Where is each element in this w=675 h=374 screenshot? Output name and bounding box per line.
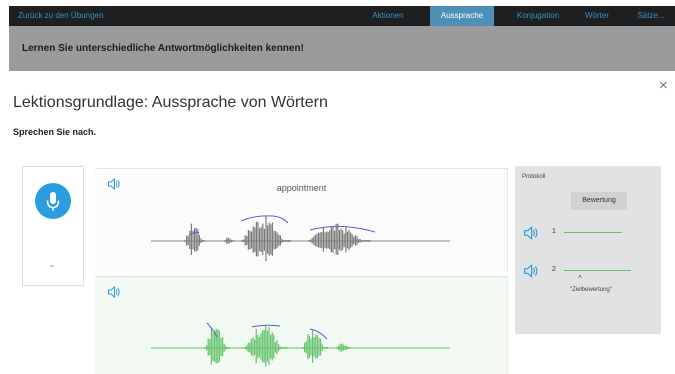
info-banner: Lernen Sie unterschiedliche Antwortmögli… (9, 26, 675, 71)
attempt-number: 1 (552, 228, 556, 235)
chevron-down-icon[interactable]: ⌄ (48, 260, 56, 269)
target-marker: ^ (578, 274, 582, 283)
reference-waveform (151, 215, 450, 262)
lesson-title: Lektionsgrundlage: Aussprache von Wörter… (13, 94, 328, 111)
recorder-panel: ⌄ (22, 166, 84, 286)
attempt-rating-bar (564, 270, 631, 271)
speaker-icon[interactable] (523, 263, 539, 279)
record-button[interactable] (35, 183, 71, 219)
microphone-icon (46, 192, 60, 211)
rating-header: Bewertung (571, 192, 627, 210)
recording-waveform (151, 322, 450, 367)
protocol-title: Protokoll (522, 174, 546, 180)
reference-waveform-panel: appointment (95, 168, 508, 272)
recording-waveform-panel (95, 276, 508, 374)
tab-conjugation[interactable]: Konjugation (509, 6, 567, 26)
attempt-number: 2 (552, 266, 556, 273)
top-nav: Zurück zu den Übungen Aktionen Aussprach… (9, 6, 675, 26)
banner-text: Lernen Sie unterschiedliche Antwortmögli… (22, 43, 304, 54)
protocol-panel: Protokoll Bewertung 1 2 ^ "Zielbewertung… (515, 166, 661, 334)
tab-words[interactable]: Wörter (581, 6, 613, 26)
target-rating-label: "Zielbewertung" (570, 287, 612, 293)
tab-sentences[interactable]: Sätze... (633, 6, 669, 26)
tab-actions[interactable]: Aktionen (367, 6, 409, 26)
attempt-rating-bar (564, 232, 622, 233)
close-icon[interactable]: × (659, 78, 668, 93)
back-to-exercises-link[interactable]: Zurück zu den Übungen (18, 11, 103, 20)
tab-pronunciation[interactable]: Aussprache (430, 6, 494, 26)
instruction-text: Sprechen Sie nach. (13, 127, 97, 137)
speaker-icon[interactable] (523, 225, 539, 241)
